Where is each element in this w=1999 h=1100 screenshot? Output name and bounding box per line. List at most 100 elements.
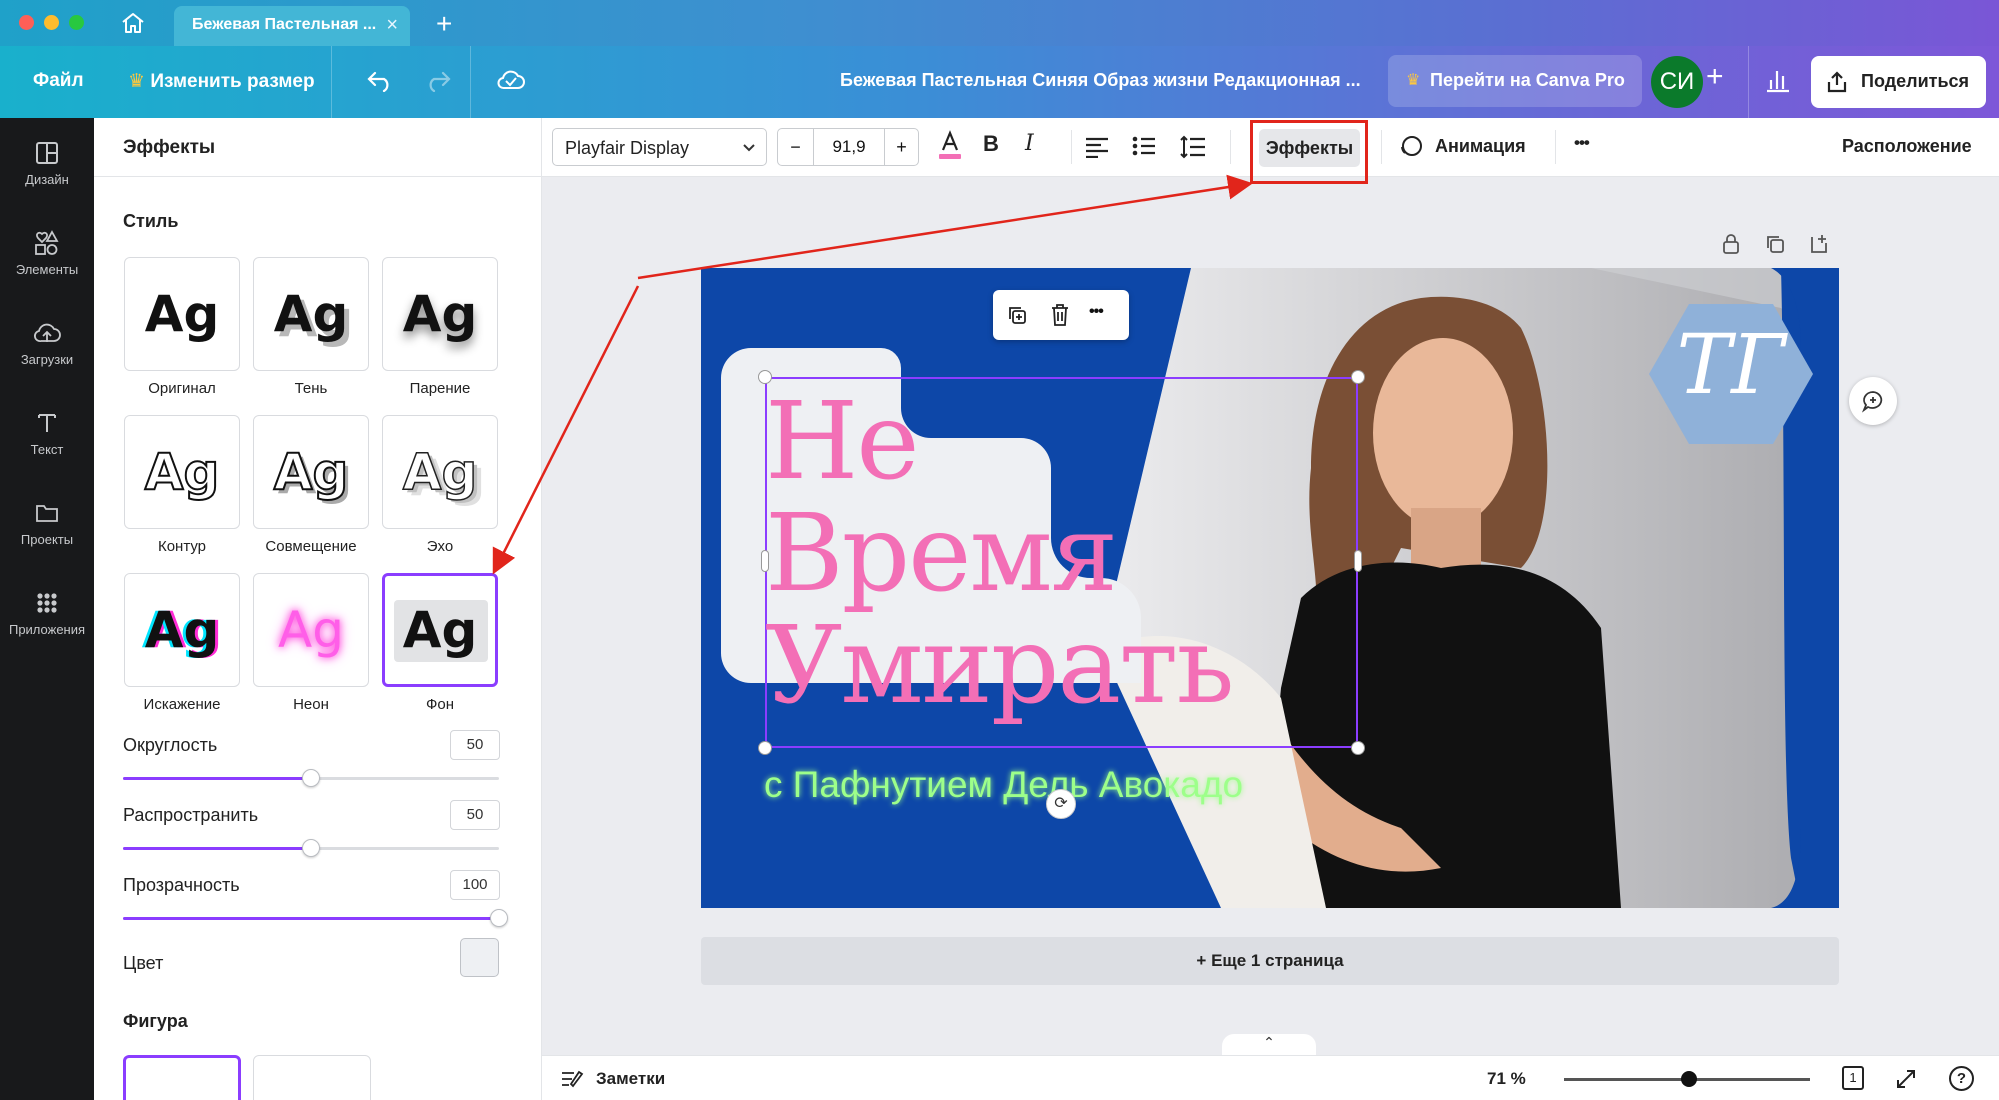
style-sample: Ag [144,285,220,343]
color-swatch[interactable] [460,938,499,977]
file-menu[interactable]: Файл [33,70,84,92]
style-label: Оригинал [148,380,216,397]
style-echo[interactable]: Ag [382,415,498,529]
animation-icon [1398,134,1424,165]
design-page[interactable]: Не Время Умирать с Пафнутием Дель Авокад… [701,268,1839,908]
sidebar-item-projects[interactable]: Проекты [0,500,94,547]
spread-slider-fill [123,847,311,850]
cloud-saved-icon[interactable] [496,68,526,97]
avatar[interactable]: СИ [1651,56,1703,108]
canva-pro-button[interactable]: ♛ Перейти на Canva Pro [1388,55,1642,107]
rotate-icon[interactable]: ⟳ [1046,789,1076,819]
crown-icon: ♛ [128,71,146,92]
list-icon[interactable] [1132,135,1156,162]
trash-icon[interactable] [1049,303,1071,327]
more-options-button[interactable]: ••• [1574,133,1590,153]
decrease-size-button[interactable]: − [778,129,814,165]
style-outline[interactable]: Ag [124,415,240,529]
transparency-slider-knob[interactable] [490,909,508,927]
text-toolbar: Playfair Display − 91,9 + B I Эффекты Ан… [542,118,1999,184]
style-background[interactable]: Ag [382,573,498,687]
zoom-level[interactable]: 71 % [1487,1069,1526,1089]
sidebar-item-elements[interactable]: Элементы [0,230,94,277]
increase-size-button[interactable]: + [884,129,918,165]
shape-option[interactable] [253,1055,371,1100]
spacing-icon[interactable] [1180,134,1206,165]
font-size-input[interactable]: 91,9 [814,129,884,165]
add-page-button[interactable]: + Еще 1 страница [701,937,1839,985]
spread-value-input[interactable]: 50 [450,800,500,830]
comment-icon [1861,391,1883,413]
style-sample: Ag [144,601,220,659]
sidebar-item-design[interactable]: Дизайн [0,140,94,187]
expand-pages-button[interactable]: ⌃ [1222,1034,1316,1056]
roundness-value-input[interactable]: 50 [450,730,500,760]
duplicate-page-icon[interactable] [1764,233,1786,260]
help-button[interactable]: ? [1949,1066,1974,1091]
roundness-slider-knob[interactable] [302,769,320,787]
text-color-icon[interactable] [936,130,964,167]
lock-icon[interactable] [1720,233,1742,260]
italic-button[interactable]: I [1025,131,1034,156]
bold-button[interactable]: B [983,131,999,157]
add-collaborator-icon[interactable]: + [1706,60,1724,94]
style-original[interactable]: Ag [124,257,240,371]
zoom-slider-knob[interactable] [1681,1071,1698,1087]
resize-handle[interactable] [1351,741,1365,755]
analytics-icon[interactable] [1764,66,1792,99]
effects-button[interactable]: Эффекты [1259,129,1360,167]
more-icon[interactable]: ••• [1089,303,1104,321]
spread-slider-knob[interactable] [302,839,320,857]
headline-text[interactable]: Не Время Умирать [765,386,1345,722]
close-tab-icon[interactable]: × [386,14,398,37]
style-glitch[interactable]: Ag [124,573,240,687]
style-label: Совмещение [265,538,357,555]
shape-option-selected[interactable] [123,1055,241,1100]
home-icon[interactable] [120,11,146,40]
folder-icon [36,505,58,522]
headline-line: Время [765,492,1118,616]
sidebar-item-label: Дизайн [25,172,69,187]
maximize-window-button[interactable] [69,15,84,30]
style-splice[interactable]: Ag [253,415,369,529]
resize-handle[interactable] [1354,550,1362,572]
style-label: Тень [294,380,328,397]
style-sample: Ag [144,442,221,502]
style-sample: Ag [402,601,478,659]
undo-icon[interactable] [366,68,394,97]
sidebar-item-uploads[interactable]: Загрузки [0,320,94,367]
align-left-icon[interactable] [1084,136,1110,163]
document-title[interactable]: Бежевая Пастельная Синяя Образ жизни Ред… [840,70,1361,91]
bottom-bar: Заметки 71 % 1 ? [542,1055,1999,1100]
duplicate-icon[interactable] [1006,304,1028,326]
sidebar-item-text[interactable]: Текст [0,410,94,457]
style-lift[interactable]: Ag [382,257,498,371]
effects-panel: Эффекты Стиль Ag Оригинал Ag Тень Ag Пар… [94,118,542,1100]
sidebar-item-apps[interactable]: Приложения [0,590,94,637]
transparency-value-input[interactable]: 100 [450,870,500,900]
notes-button[interactable]: Заметки [596,1069,665,1089]
position-button[interactable]: Расположение [1842,136,1972,157]
font-select[interactable]: Playfair Display [552,128,767,166]
transparency-label: Прозрачность [123,875,240,895]
tab-document[interactable]: Бежевая Пастельная ... × [174,6,410,46]
share-button[interactable]: Поделиться [1811,56,1986,108]
resize-handle[interactable] [1351,370,1365,384]
transparency-slider-fill [123,917,499,920]
style-neon[interactable]: Ag [253,573,369,687]
new-tab-icon[interactable]: + [436,8,452,40]
add-comment-button[interactable] [1849,377,1897,425]
subtitle-text[interactable]: с Пафнутием Дель Авокадо [764,764,1243,806]
minimize-window-button[interactable] [44,15,59,30]
resize-button[interactable]: ♛ Изменить размер [128,70,315,93]
animation-button[interactable]: Анимация [1435,136,1526,157]
style-shadow[interactable]: Ag [253,257,369,371]
page-count-icon[interactable]: 1 [1842,1066,1864,1090]
add-page-icon[interactable] [1808,233,1830,260]
fullscreen-icon[interactable] [1895,1068,1917,1090]
redo-icon[interactable] [424,68,452,97]
apps-grid-icon [37,593,57,613]
resize-handle[interactable] [758,741,772,755]
close-window-button[interactable] [19,15,34,30]
headline-line: Не [765,380,920,504]
